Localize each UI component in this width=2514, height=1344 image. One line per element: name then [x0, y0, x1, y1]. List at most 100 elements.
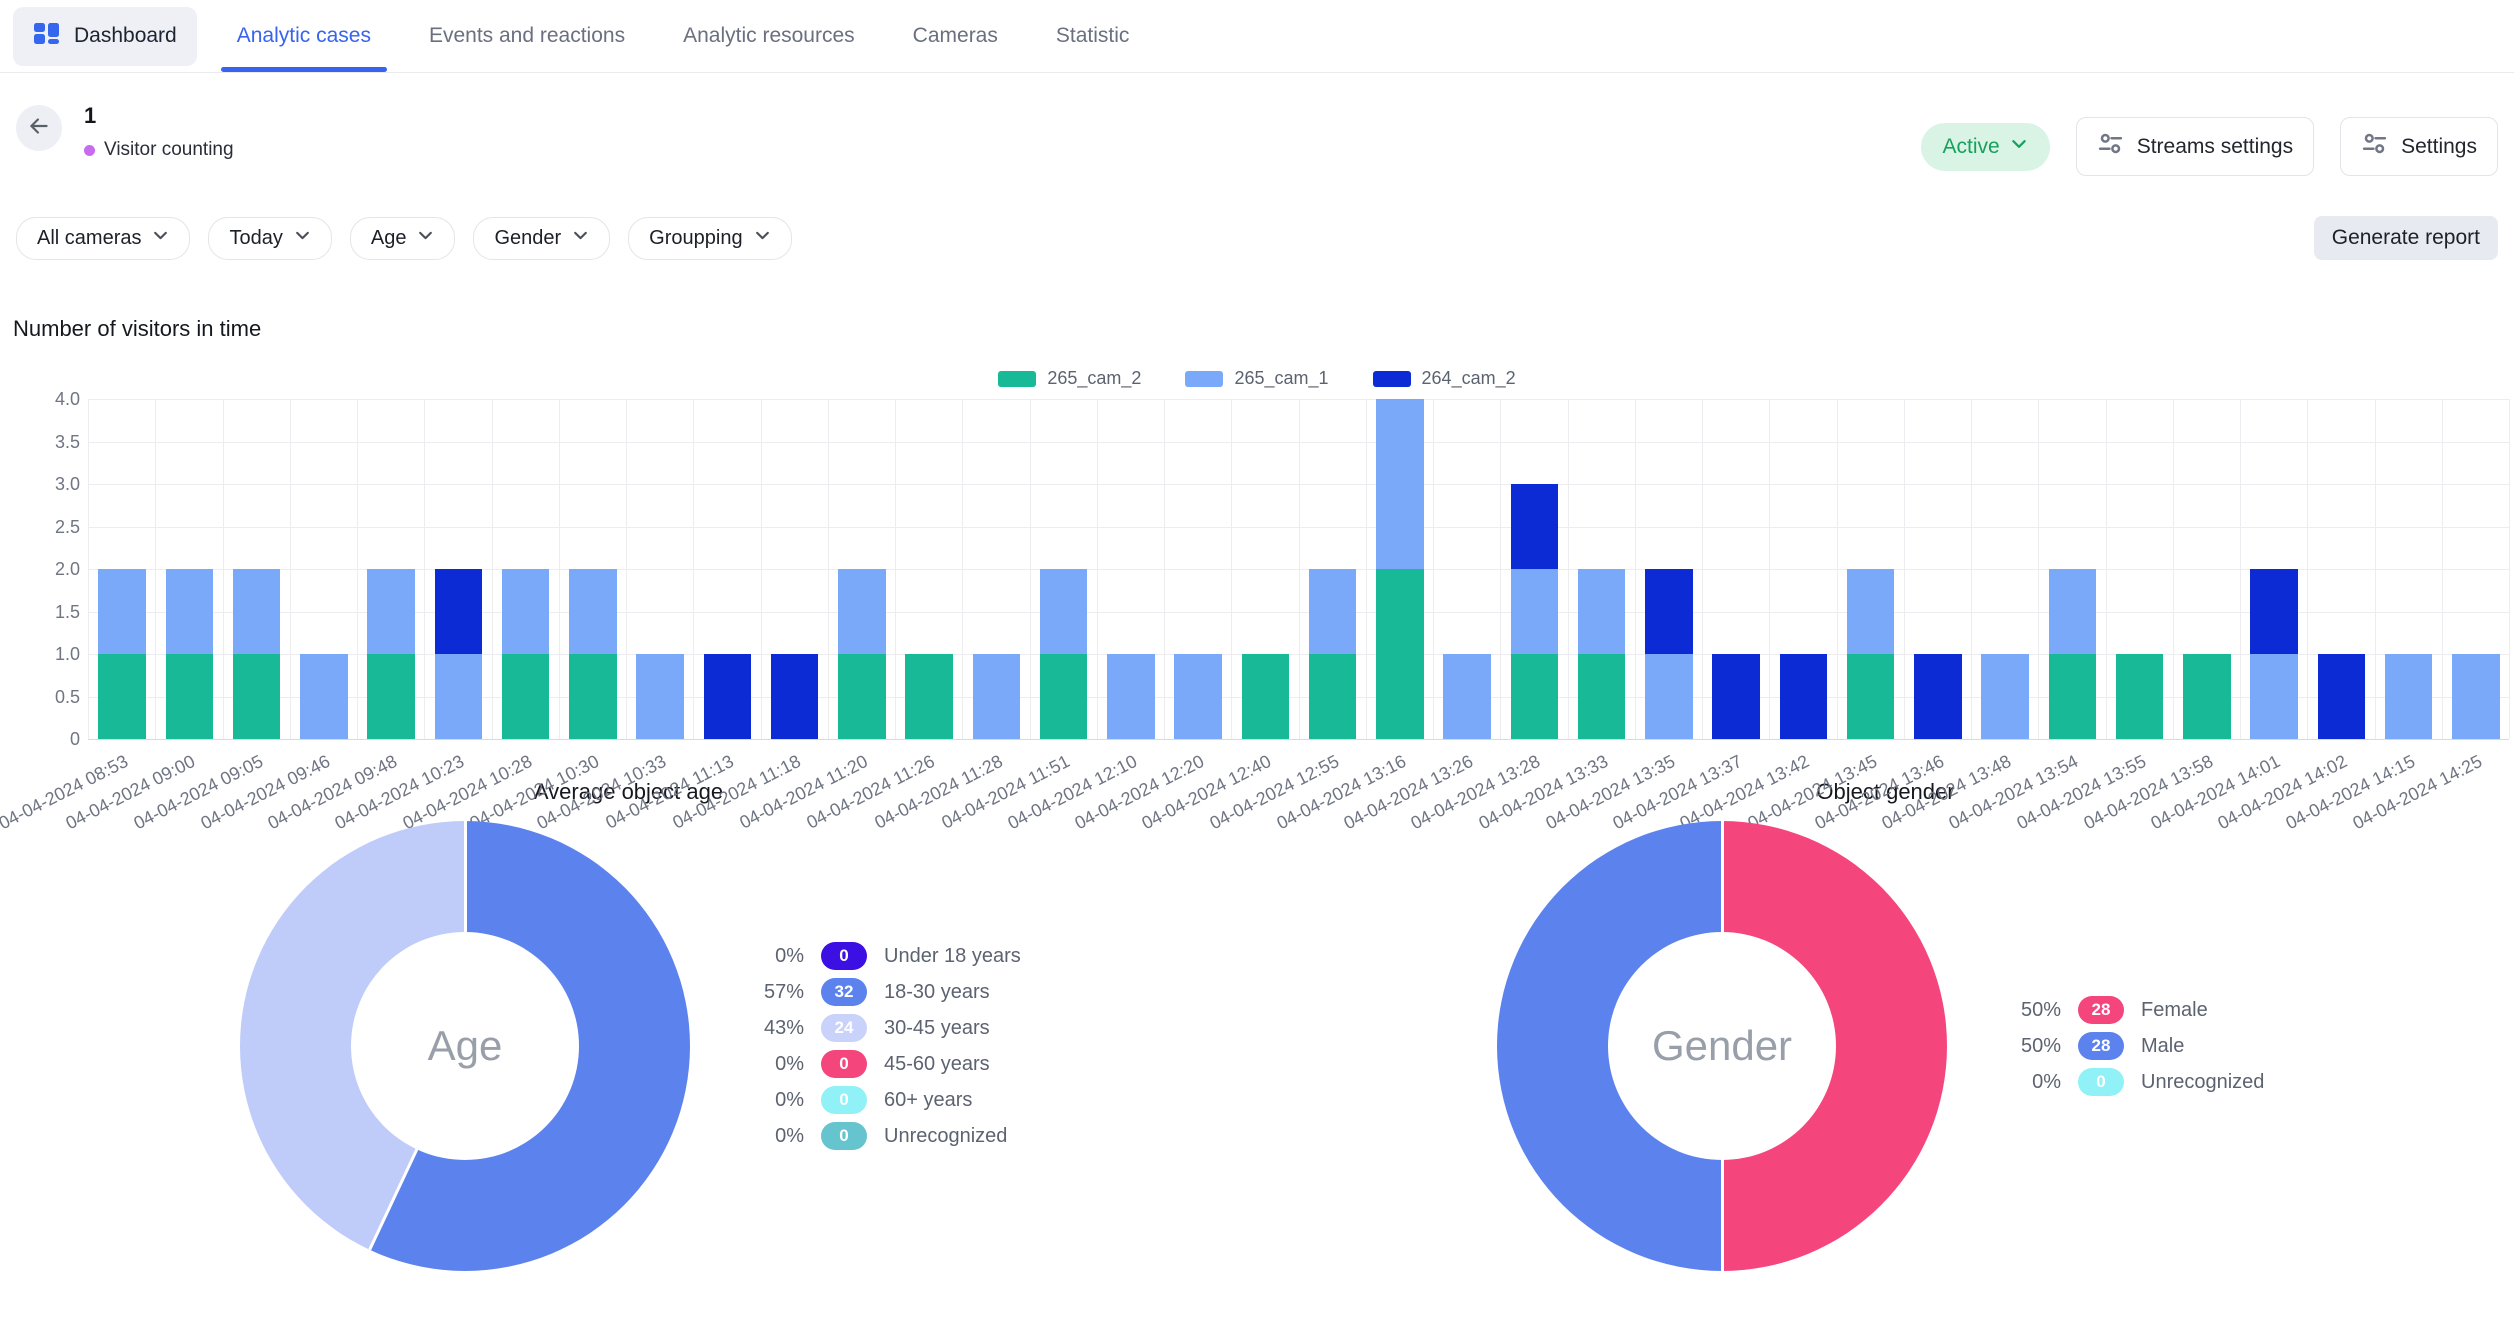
tab-analytic-cases[interactable]: Analytic cases — [233, 0, 375, 72]
bar-slot: 04-04-2024 11:28 — [962, 399, 1029, 739]
status-label: Active — [1943, 135, 2000, 159]
stacked-bar[interactable] — [636, 654, 684, 739]
bar-slot: 04-04-2024 11:18 — [761, 399, 828, 739]
bar-slot: 04-04-2024 12:55 — [1299, 399, 1366, 739]
generate-report-button[interactable]: Generate report — [2314, 216, 2498, 260]
bar-slot: 04-04-2024 13:28 — [1500, 399, 1567, 739]
stacked-bar[interactable] — [1376, 399, 1424, 739]
legend-item-265-cam-2[interactable]: 265_cam_2 — [998, 368, 1141, 389]
stacked-bar[interactable] — [2318, 654, 2366, 739]
stacked-bar[interactable] — [1107, 654, 1155, 739]
filter-today[interactable]: Today — [208, 217, 331, 260]
legend-percent: 43% — [748, 1017, 804, 1040]
stacked-bar[interactable] — [704, 654, 752, 739]
gender-chart-block: Object gender Gender 50%28Female50%28Mal… — [1257, 761, 2514, 1271]
legend-item-264-cam-2[interactable]: 264_cam_2 — [1373, 368, 1516, 389]
legend-label: Unrecognized — [2141, 1071, 2264, 1094]
bar-slots: 04-04-2024 08:5304-04-2024 09:0004-04-20… — [88, 399, 2509, 739]
stacked-bar[interactable] — [1914, 654, 1962, 739]
bar-segment-265-cam-1 — [2250, 654, 2298, 739]
stacked-bar[interactable] — [973, 654, 1021, 739]
chevron-down-icon — [572, 227, 589, 250]
bar-segment-265-cam-2 — [569, 654, 617, 739]
stacked-bar[interactable] — [1443, 654, 1491, 739]
tab-cameras[interactable]: Cameras — [909, 0, 1002, 72]
bar-slot: 04-04-2024 09:46 — [290, 399, 357, 739]
bar-slot: 04-04-2024 13:58 — [2173, 399, 2240, 739]
bar-segment-265-cam-1 — [1981, 654, 2029, 739]
filter-gender[interactable]: Gender — [473, 217, 610, 260]
dashboard-button[interactable]: Dashboard — [13, 7, 197, 66]
stacked-bar[interactable] — [98, 569, 146, 739]
legend-swatch — [1185, 371, 1223, 387]
stacked-bar[interactable] — [1578, 569, 1626, 739]
bar-segment-264-cam-2 — [1914, 654, 1962, 739]
stacked-bar[interactable] — [502, 569, 550, 739]
stacked-bar[interactable] — [2385, 654, 2433, 739]
bar-segment-265-cam-1 — [1847, 569, 1895, 654]
stacked-bar[interactable] — [1645, 569, 1693, 739]
bar-segment-265-cam-2 — [905, 654, 953, 739]
stacked-bar[interactable] — [1712, 654, 1760, 739]
legend-item-265-cam-1[interactable]: 265_cam_1 — [1185, 368, 1328, 389]
streams-settings-button[interactable]: Streams settings — [2076, 117, 2314, 176]
filter-groupping[interactable]: Groupping — [628, 217, 791, 260]
stacked-bar[interactable] — [2250, 569, 2298, 739]
stacked-bar[interactable] — [435, 569, 483, 739]
stacked-bar[interactable] — [1174, 654, 1222, 739]
stacked-bar[interactable] — [2116, 654, 2164, 739]
bar-segment-265-cam-1 — [1040, 569, 1088, 654]
stacked-bar[interactable] — [838, 569, 886, 739]
legend-label: 265_cam_2 — [1047, 368, 1141, 389]
bar-slot: 04-04-2024 13:35 — [1635, 399, 1702, 739]
bar-segment-265-cam-1 — [636, 654, 684, 739]
stacked-bar[interactable] — [1242, 654, 1290, 739]
stacked-bar[interactable] — [1040, 569, 1088, 739]
filter-all-cameras[interactable]: All cameras — [16, 217, 190, 260]
tab-statistic[interactable]: Statistic — [1052, 0, 1134, 72]
bar-segment-264-cam-2 — [771, 654, 819, 739]
bar-segment-265-cam-1 — [435, 654, 483, 739]
stacked-bar[interactable] — [1309, 569, 1357, 739]
legend-count-badge: 0 — [2078, 1068, 2124, 1096]
gridline — [88, 739, 2509, 740]
stacked-bar[interactable] — [2049, 569, 2097, 739]
stacked-bar[interactable] — [1847, 569, 1895, 739]
bar-slot: 04-04-2024 14:01 — [2240, 399, 2307, 739]
filter-label: Today — [229, 227, 282, 250]
age-legend: 0%0Under 18 years57%3218-30 years43%2430… — [748, 938, 1021, 1154]
age-chart-block: Average object age Age 0%0Under 18 years… — [0, 761, 1257, 1271]
stacked-bar[interactable] — [166, 569, 214, 739]
bar-chart-legend: 265_cam_2 265_cam_1 264_cam_2 — [0, 368, 2514, 389]
bar-slot: 04-04-2024 11:26 — [895, 399, 962, 739]
page-title: 1 — [84, 103, 234, 129]
bar-slot: 04-04-2024 13:48 — [1971, 399, 2038, 739]
bar-segment-265-cam-2 — [166, 654, 214, 739]
gender-center-label: Gender — [1652, 1022, 1792, 1070]
stacked-bar[interactable] — [905, 654, 953, 739]
tab-analytic-resources[interactable]: Analytic resources — [679, 0, 859, 72]
stacked-bar[interactable] — [1981, 654, 2029, 739]
stacked-bar[interactable] — [1780, 654, 1828, 739]
stacked-bar[interactable] — [2183, 654, 2231, 739]
stacked-bar[interactable] — [569, 569, 617, 739]
chevron-down-icon — [2010, 135, 2028, 159]
bar-segment-265-cam-1 — [838, 569, 886, 654]
bar-segment-265-cam-1 — [1107, 654, 1155, 739]
bar-segment-265-cam-1 — [2385, 654, 2433, 739]
status-dropdown[interactable]: Active — [1921, 123, 2050, 171]
stacked-bar[interactable] — [771, 654, 819, 739]
stacked-bar[interactable] — [367, 569, 415, 739]
legend-label: 18-30 years — [884, 981, 990, 1004]
tab-events-and-reactions[interactable]: Events and reactions — [425, 0, 629, 72]
legend-count-badge: 28 — [2078, 996, 2124, 1024]
settings-button[interactable]: Settings — [2340, 117, 2498, 176]
donut-charts-row: Average object age Age 0%0Under 18 years… — [0, 761, 2514, 1271]
stacked-bar[interactable] — [1511, 484, 1559, 739]
bar-segment-265-cam-2 — [838, 654, 886, 739]
back-button[interactable] — [16, 105, 62, 151]
stacked-bar[interactable] — [233, 569, 281, 739]
stacked-bar[interactable] — [300, 654, 348, 739]
stacked-bar[interactable] — [2452, 654, 2500, 739]
filter-age[interactable]: Age — [350, 217, 456, 260]
